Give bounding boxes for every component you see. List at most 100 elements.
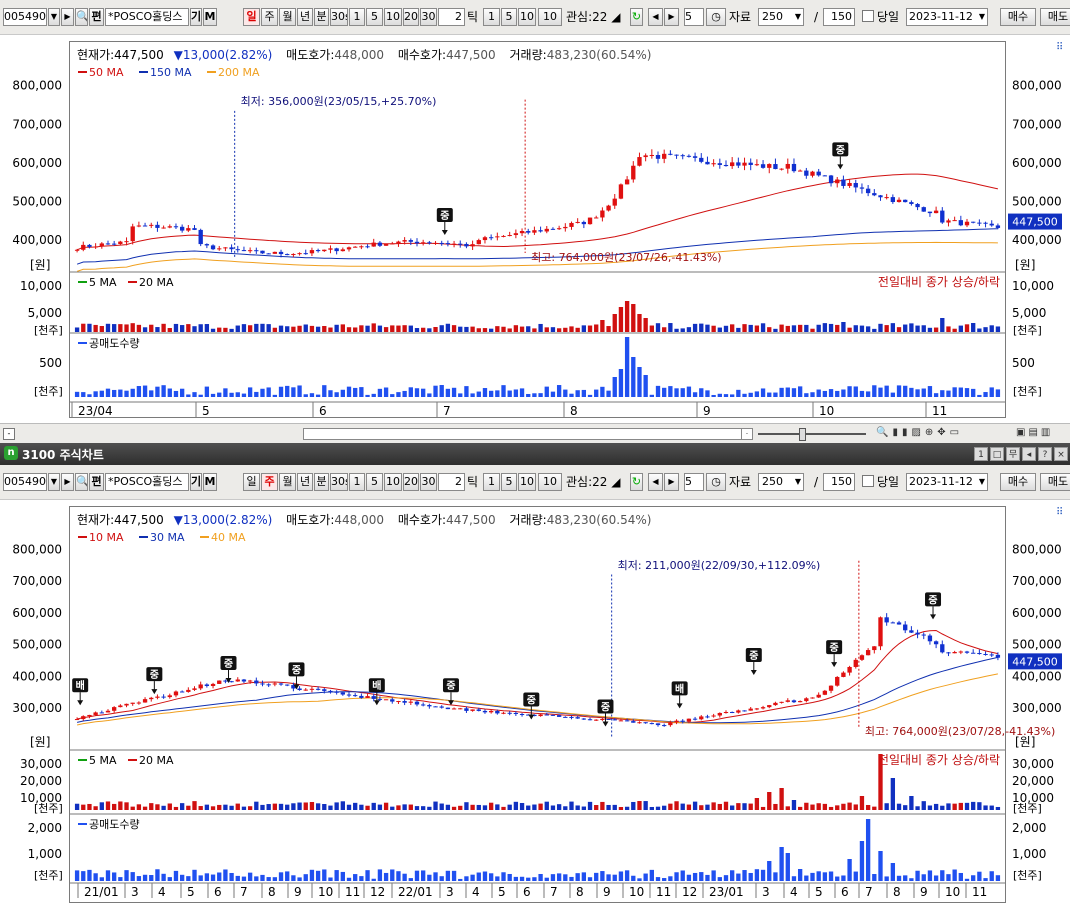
tick-button-1[interactable]: 5 <box>501 473 517 491</box>
period-button-4[interactable]: 분 <box>314 8 329 26</box>
period-button-10[interactable]: 30 <box>420 473 437 491</box>
next-arrow-button[interactable]: ▶ <box>61 473 74 491</box>
period-button-3[interactable]: 년 <box>297 8 313 26</box>
period-button-0[interactable]: 일 <box>243 473 260 491</box>
same-day-checkbox[interactable] <box>862 10 874 22</box>
refresh-icon[interactable]: ↻ <box>630 8 643 26</box>
mode-m-button[interactable]: M <box>203 473 217 491</box>
chart-tool-icons[interactable]: 🔍▮▮▨⊕✥▭ <box>876 427 963 438</box>
data-count-select[interactable]: 250 ▼ <box>758 8 804 26</box>
candle-body <box>680 155 685 157</box>
period-button-1[interactable]: 주 <box>261 473 278 491</box>
short-volume-bar <box>748 392 753 397</box>
period-button-6[interactable]: 1 <box>349 473 365 491</box>
date-picker[interactable]: 2023-11-12 ▼ <box>906 473 988 491</box>
chart-type-button[interactable]: 기 <box>190 8 202 26</box>
short-volume-bar <box>909 387 914 397</box>
tick-button-3[interactable]: 10 <box>538 8 562 26</box>
collapse-button[interactable]: - <box>3 428 15 440</box>
tick-count-input[interactable]: 2 <box>438 8 465 26</box>
window-control-button-5[interactable]: × <box>1054 447 1068 461</box>
period-button-7[interactable]: 5 <box>366 8 383 26</box>
buy-button[interactable]: 매수 <box>1000 473 1036 491</box>
period-button-8[interactable]: 10 <box>384 8 402 26</box>
chart-type-button[interactable]: 기 <box>190 473 202 491</box>
stock-name-field[interactable]: *POSCO홀딩스 <box>105 8 189 26</box>
candle-body <box>668 722 673 726</box>
next-arrow-button[interactable]: ▶ <box>61 8 74 26</box>
period-button-5[interactable]: 30s <box>330 473 348 491</box>
tick-button-3[interactable]: 10 <box>538 473 562 491</box>
chart-scroll-strip: - · 🔍▮▮▨⊕✥▭ ▣▤▥ <box>0 423 1070 444</box>
next-button[interactable]: ▶ <box>664 473 679 491</box>
tick-count-input[interactable]: 2 <box>438 473 465 491</box>
window-control-button-1[interactable]: □ <box>990 447 1004 461</box>
volume-bar <box>575 327 580 332</box>
window-control-button-0[interactable]: 1 <box>974 447 988 461</box>
candle-body <box>371 696 376 699</box>
code-dropdown-button[interactable]: ▼ <box>48 8 60 26</box>
period-button-7[interactable]: 5 <box>366 473 383 491</box>
stock-code-input[interactable]: 005490 <box>3 473 47 491</box>
clock-icon[interactable]: ◷ <box>706 8 726 26</box>
sell-button[interactable]: 매도 <box>1040 8 1070 26</box>
scroll-arrow-icon[interactable]: · <box>741 429 752 439</box>
volume-bar <box>488 328 494 332</box>
candle-body <box>575 221 580 223</box>
view-count-input[interactable]: 150 <box>823 473 855 491</box>
refresh-icon[interactable]: ↻ <box>630 473 643 491</box>
count-input[interactable]: 5 <box>684 473 704 491</box>
edit-button[interactable]: 편 <box>89 473 104 491</box>
data-count-select[interactable]: 250 ▼ <box>758 473 804 491</box>
tick-button-0[interactable]: 1 <box>483 473 500 491</box>
period-button-5[interactable]: 30s <box>330 8 348 26</box>
short-volume-bar <box>130 872 135 881</box>
period-button-3[interactable]: 년 <box>297 473 313 491</box>
search-icon[interactable]: 🔍 <box>75 8 88 26</box>
count-input[interactable]: 5 <box>684 8 704 26</box>
window-control-button-2[interactable]: 무 <box>1006 447 1020 461</box>
stock-code-input[interactable]: 005490 <box>3 8 47 26</box>
period-button-2[interactable]: 월 <box>279 8 296 26</box>
tick-button-1[interactable]: 5 <box>501 8 517 26</box>
candle-body <box>266 684 271 686</box>
candle-body <box>569 222 574 227</box>
period-button-9[interactable]: 20 <box>403 473 419 491</box>
tick-button-2[interactable]: 10 <box>518 473 536 491</box>
stock-name-field[interactable]: *POSCO홀딩스 <box>105 473 189 491</box>
period-button-4[interactable]: 분 <box>314 473 329 491</box>
volume-tick-label: 5,000 <box>28 306 62 320</box>
period-button-8[interactable]: 10 <box>384 473 402 491</box>
volume-bar <box>742 324 747 332</box>
window-tool-icons[interactable]: ▣▤▥ <box>1016 427 1053 438</box>
date-picker[interactable]: 2023-11-12 ▼ <box>906 8 988 26</box>
buy-button[interactable]: 매수 <box>1000 8 1036 26</box>
clock-icon[interactable]: ◷ <box>706 473 726 491</box>
sell-button[interactable]: 매도 <box>1040 473 1070 491</box>
period-button-1[interactable]: 주 <box>261 8 278 26</box>
candle-body <box>278 683 284 685</box>
same-day-checkbox[interactable] <box>862 475 874 487</box>
tick-button-0[interactable]: 1 <box>483 8 500 26</box>
search-icon[interactable]: 🔍 <box>75 473 88 491</box>
period-button-0[interactable]: 일 <box>243 8 260 26</box>
mode-m-button[interactable]: M <box>203 8 217 26</box>
next-button[interactable]: ▶ <box>664 8 679 26</box>
view-count-input[interactable]: 150 <box>823 8 855 26</box>
period-button-10[interactable]: 30 <box>420 8 437 26</box>
zoom-slider-handle[interactable] <box>799 428 806 441</box>
period-button-2[interactable]: 월 <box>279 473 296 491</box>
zoom-slider[interactable] <box>758 433 866 435</box>
candle-body <box>884 617 889 623</box>
prev-button[interactable]: ◀ <box>648 8 663 26</box>
period-button-9[interactable]: 20 <box>403 8 419 26</box>
window-control-button-3[interactable]: ◂ <box>1022 447 1036 461</box>
tick-button-2[interactable]: 10 <box>518 8 536 26</box>
horizontal-scrollbar[interactable]: · <box>303 428 753 440</box>
code-dropdown-button[interactable]: ▼ <box>48 473 60 491</box>
prev-button[interactable]: ◀ <box>648 473 663 491</box>
short-volume-bar <box>940 390 945 397</box>
window-control-button-4[interactable]: ? <box>1038 447 1052 461</box>
edit-button[interactable]: 편 <box>89 8 104 26</box>
period-button-6[interactable]: 1 <box>349 8 365 26</box>
